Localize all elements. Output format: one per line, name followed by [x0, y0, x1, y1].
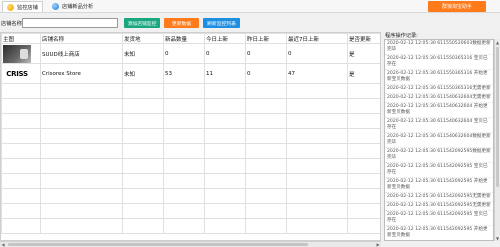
col-header-new-count[interactable]: 新品数量: [163, 33, 205, 44]
table-row[interactable]: CRISS Crisorex Store 未知 53 11 0 47 是: [1, 63, 380, 84]
cell-location: 未知: [122, 43, 164, 64]
log-line: 2020-02-12 12:05:30 611550365316 开始更新宝贝数…: [385, 70, 493, 85]
cell-today: 0: [204, 43, 246, 64]
cell-today: 11: [204, 63, 246, 84]
log-line: 2020-02-12 12:05:30 611542092595无需更新: [385, 202, 493, 211]
cell-image: [1, 43, 41, 64]
table-header-row: 主图 店铺名称 发货地 新品数量 今日上新 昨日上新 最近7日上新 是否更新: [1, 33, 380, 44]
shop-name-label: 店铺名称:: [1, 21, 24, 27]
scroll-up-icon[interactable]: ▲: [495, 39, 500, 45]
empty-row: [1, 203, 380, 219]
scroll-down-icon[interactable]: ▼: [495, 235, 500, 241]
cell-location: 未知: [122, 63, 164, 84]
empty-row: [1, 188, 380, 204]
tab-shop-new-analysis[interactable]: 店铺新品分析: [48, 1, 97, 12]
col-header-yesterday[interactable]: 昨日上新: [245, 33, 287, 44]
cell-new-count: 0: [163, 43, 205, 64]
table-row[interactable]: SUUD线上商店 未知 0 0 0 0 是: [1, 43, 380, 64]
log-line: 2020-02-12 12:05:30 611550520603数据更新完毕: [385, 40, 493, 55]
tab-label: 店铺新品分析: [62, 4, 94, 10]
cell-image: CRISS: [1, 63, 41, 84]
log-line: 2020-02-12 12:05:30 611542092595数据更新完毕: [385, 148, 493, 163]
operation-log-panel: 程序操作记录: 2020-02-12 12:05:30 611550520603…: [383, 32, 500, 247]
add-shop-monitor-button[interactable]: 添加店铺监控: [124, 18, 160, 28]
empty-row: [1, 98, 380, 114]
scroll-right-icon[interactable]: ▶: [375, 242, 381, 247]
col-header-shop-name[interactable]: 店铺名称: [40, 33, 123, 44]
shop-table: 主图 店铺名称 发货地 新品数量 今日上新 昨日上新 最近7日上新 是否更新 S…: [0, 32, 381, 241]
log-line: 2020-02-12 12:05:30 611540632604 开始更新宝贝数…: [385, 103, 493, 118]
shop-name-input[interactable]: [22, 18, 118, 28]
log-textbox[interactable]: 2020-02-12 12:05:30 611550520603数据更新完毕 20…: [384, 39, 494, 241]
log-scrollbar-thumb[interactable]: [496, 47, 499, 187]
tab-label: 监控店铺: [17, 4, 38, 11]
analysis-icon: [52, 3, 59, 10]
horizontal-scrollbar[interactable]: ◀ ▶: [0, 241, 381, 247]
empty-row: [1, 143, 380, 159]
tab-monitor-shops[interactable]: 监控店铺: [2, 1, 43, 12]
toolbar: 店铺名称: 添加店铺监控 更新数据 刷新监控列表: [0, 15, 500, 31]
empty-row: [1, 218, 380, 234]
brand-button[interactable]: 群狼淘宝助手: [428, 1, 486, 12]
log-line: 2020-02-12 12:05:30 611542092595 宝贝已存在: [385, 163, 493, 178]
scrollbar-thumb[interactable]: [8, 243, 308, 246]
col-header-updated[interactable]: 是否更新: [347, 33, 380, 44]
cell-updated: 是: [347, 43, 380, 64]
cell-last7: 47: [286, 63, 348, 84]
log-line: 2020-02-12 12:05:30 611542092595 开始更新宝贝数…: [385, 178, 493, 193]
shop-thumbnail: [3, 44, 31, 63]
col-header-today[interactable]: 今日上新: [204, 33, 246, 44]
cell-new-count: 53: [163, 63, 205, 84]
log-line: 2020-02-12 12:05:30 611540632604 宝贝已存在: [385, 118, 493, 133]
empty-row: [1, 113, 380, 129]
tab-bar: 监控店铺 店铺新品分析 群狼淘宝助手: [0, 0, 500, 13]
empty-row: [1, 173, 380, 189]
cell-yesterday: 0: [245, 63, 287, 84]
log-line: 2020-02-12 12:05:30 611542092595 开始更新宝贝数…: [385, 226, 493, 240]
empty-row: [1, 158, 380, 174]
empty-row: [1, 83, 380, 99]
cell-last7: 0: [286, 43, 348, 64]
col-header-last7[interactable]: 最近7日上新: [286, 33, 348, 44]
refresh-monitor-list-button[interactable]: 刷新监控列表: [203, 18, 240, 28]
scroll-left-icon[interactable]: ◀: [0, 242, 6, 247]
empty-row: [1, 128, 380, 144]
cell-updated: 是: [347, 63, 380, 84]
cell-yesterday: 0: [245, 43, 287, 64]
shop-thumbnail: CRISS: [3, 64, 31, 83]
cell-shop-name: Crisorex Store: [40, 63, 123, 84]
log-line: 2020-02-12 12:05:30 611540632604无需更新: [385, 94, 493, 103]
col-header-image[interactable]: 主图: [1, 33, 41, 44]
monitor-icon: [7, 3, 14, 11]
log-title: 程序操作记录:: [385, 33, 418, 39]
log-line: 2020-02-12 12:05:30 611550365316 宝贝已存在: [385, 55, 493, 70]
log-line: 2020-02-12 12:05:30 611540632604数据更新完毕: [385, 133, 493, 148]
update-data-button[interactable]: 更新数据: [164, 18, 199, 28]
log-line: 2020-02-12 12:05:30 611542092595 宝贝已存在: [385, 211, 493, 226]
log-line: 2020-02-12 12:05:30 611550365316无需更新: [385, 85, 493, 94]
col-header-location[interactable]: 发货地: [122, 33, 164, 44]
cell-shop-name: SUUD线上商店: [40, 43, 123, 64]
log-line: 2020-02-12 12:05:30 611542092595无需更新: [385, 193, 493, 202]
log-scrollbar[interactable]: ▲ ▼: [494, 39, 500, 241]
